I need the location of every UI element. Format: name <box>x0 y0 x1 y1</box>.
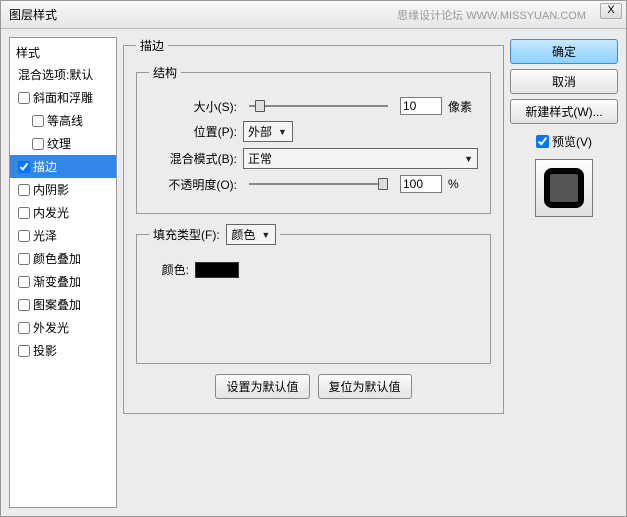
style-label: 纹理 <box>47 135 71 152</box>
watermark-text: 思缘设计论坛 WWW.MISSYUAN.COM <box>397 7 586 23</box>
style-checkbox[interactable] <box>18 92 30 104</box>
style-label: 投影 <box>33 342 57 359</box>
opacity-label: 不透明度(O): <box>149 176 237 193</box>
style-label: 图案叠加 <box>33 296 81 313</box>
opacity-row: 不透明度(O): % <box>149 175 478 193</box>
size-label: 大小(S): <box>149 98 237 115</box>
style-checkbox[interactable] <box>18 253 30 265</box>
style-item-0[interactable]: 斜面和浮雕 <box>10 86 116 109</box>
preview-toggle[interactable]: 预览(V) <box>536 133 592 150</box>
fill-legend: 填充类型(F): 颜色 ▼ <box>149 224 280 245</box>
style-checkbox[interactable] <box>32 138 44 150</box>
set-default-button[interactable]: 设置为默认值 <box>215 374 309 399</box>
style-checkbox[interactable] <box>32 115 44 127</box>
preview-swatch <box>544 168 584 208</box>
style-label: 内发光 <box>33 204 69 221</box>
style-label: 斜面和浮雕 <box>33 89 93 106</box>
styles-list-panel: 样式 混合选项:默认 斜面和浮雕等高线纹理描边内阴影内发光光泽颜色叠加渐变叠加图… <box>9 37 117 508</box>
opacity-unit: % <box>448 177 478 191</box>
color-row: 颜色: <box>149 261 478 278</box>
opacity-slider[interactable] <box>249 183 388 185</box>
styles-header: 样式 <box>10 42 116 63</box>
style-label: 渐变叠加 <box>33 273 81 290</box>
style-label: 颜色叠加 <box>33 250 81 267</box>
style-item-8[interactable]: 渐变叠加 <box>10 270 116 293</box>
preview-checkbox[interactable] <box>536 135 549 148</box>
position-select[interactable]: 外部 ▼ <box>243 121 293 142</box>
blend-mode-row: 混合模式(B): 正常 ▼ <box>149 148 478 169</box>
chevron-down-icon: ▼ <box>261 230 270 240</box>
color-label: 颜色: <box>149 261 189 278</box>
style-checkbox[interactable] <box>18 161 30 173</box>
style-item-10[interactable]: 外发光 <box>10 316 116 339</box>
size-row: 大小(S): 像素 <box>149 97 478 115</box>
style-checkbox[interactable] <box>18 276 30 288</box>
style-label: 内阴影 <box>33 181 69 198</box>
style-label: 外发光 <box>33 319 69 336</box>
stroke-group: 描边 结构 大小(S): 像素 位置(P): 外部 <box>123 37 504 414</box>
options-panel: 描边 结构 大小(S): 像素 位置(P): 外部 <box>123 37 504 508</box>
fill-group: 填充类型(F): 颜色 ▼ 颜色: <box>136 224 491 364</box>
preview-box <box>535 159 593 217</box>
cancel-button[interactable]: 取消 <box>510 69 618 94</box>
opacity-input[interactable] <box>400 175 442 193</box>
style-checkbox[interactable] <box>18 345 30 357</box>
color-swatch[interactable] <box>195 262 239 278</box>
stroke-legend: 描边 <box>136 37 168 54</box>
position-label: 位置(P): <box>149 123 237 140</box>
close-button[interactable]: X <box>600 3 622 19</box>
size-slider[interactable] <box>249 105 388 107</box>
style-item-11[interactable]: 投影 <box>10 339 116 362</box>
style-checkbox[interactable] <box>18 299 30 311</box>
style-item-1[interactable]: 等高线 <box>10 109 116 132</box>
structure-group: 结构 大小(S): 像素 位置(P): 外部 ▼ <box>136 64 491 214</box>
structure-legend: 结构 <box>149 64 181 81</box>
style-item-3[interactable]: 描边 <box>10 155 116 178</box>
style-item-5[interactable]: 内发光 <box>10 201 116 224</box>
chevron-down-icon: ▼ <box>464 154 473 164</box>
style-checkbox[interactable] <box>18 322 30 334</box>
blend-options-default[interactable]: 混合选项:默认 <box>10 63 116 86</box>
layer-style-dialog: 图层样式 思缘设计论坛 WWW.MISSYUAN.COM X 样式 混合选项:默… <box>0 0 627 517</box>
new-style-button[interactable]: 新建样式(W)... <box>510 99 618 124</box>
style-item-7[interactable]: 颜色叠加 <box>10 247 116 270</box>
blend-mode-label: 混合模式(B): <box>149 150 237 167</box>
style-item-2[interactable]: 纹理 <box>10 132 116 155</box>
dialog-body: 样式 混合选项:默认 斜面和浮雕等高线纹理描边内阴影内发光光泽颜色叠加渐变叠加图… <box>1 29 626 516</box>
reset-default-button[interactable]: 复位为默认值 <box>318 374 412 399</box>
style-item-4[interactable]: 内阴影 <box>10 178 116 201</box>
style-checkbox[interactable] <box>18 230 30 242</box>
chevron-down-icon: ▼ <box>278 127 287 137</box>
right-panel: 确定 取消 新建样式(W)... 预览(V) <box>510 37 618 508</box>
style-label: 描边 <box>33 158 57 175</box>
ok-button[interactable]: 确定 <box>510 39 618 64</box>
style-label: 光泽 <box>33 227 57 244</box>
style-item-6[interactable]: 光泽 <box>10 224 116 247</box>
style-checkbox[interactable] <box>18 184 30 196</box>
style-label: 等高线 <box>47 112 83 129</box>
style-item-9[interactable]: 图案叠加 <box>10 293 116 316</box>
style-checkbox[interactable] <box>18 207 30 219</box>
fill-type-select[interactable]: 颜色 ▼ <box>226 224 276 245</box>
size-unit: 像素 <box>448 98 478 115</box>
position-row: 位置(P): 外部 ▼ <box>149 121 478 142</box>
defaults-row: 设置为默认值 复位为默认值 <box>136 374 491 399</box>
titlebar: 图层样式 思缘设计论坛 WWW.MISSYUAN.COM X <box>1 1 626 29</box>
blend-mode-select[interactable]: 正常 ▼ <box>243 148 478 169</box>
size-input[interactable] <box>400 97 442 115</box>
